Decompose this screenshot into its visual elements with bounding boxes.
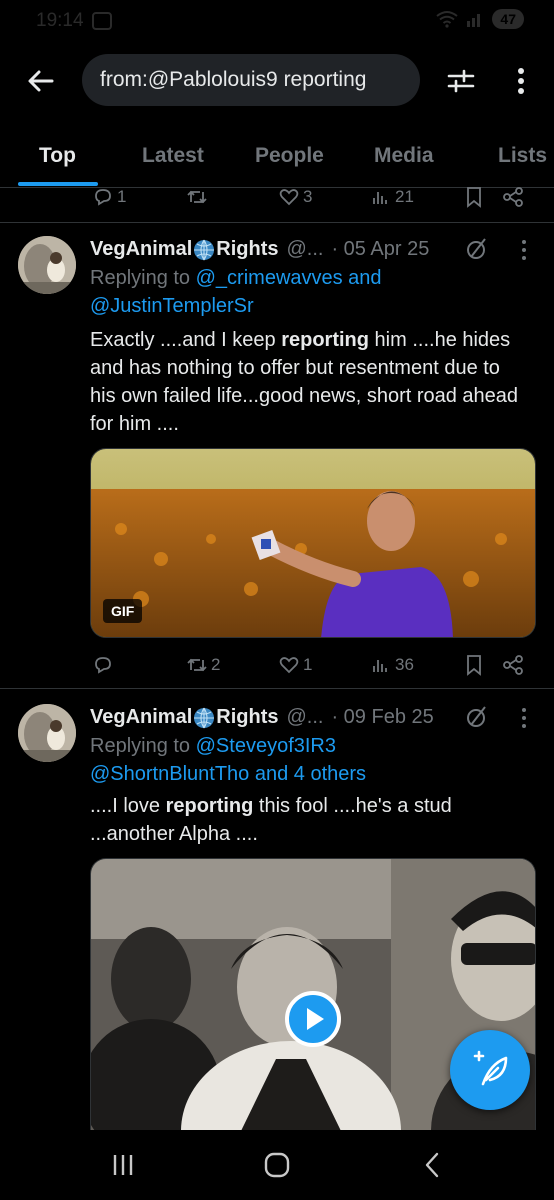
retweet-icon <box>187 658 207 672</box>
system-navigation-bar <box>0 1130 554 1200</box>
author-name[interactable]: VegAnimal <box>90 706 192 729</box>
status-bar: 19:14 47 <box>0 0 554 44</box>
active-tab-indicator <box>18 182 98 186</box>
divider <box>0 222 554 223</box>
views-icon <box>373 192 387 204</box>
avatar-image <box>18 236 76 294</box>
bookmark-icon[interactable] <box>464 186 484 208</box>
tweet-more-icon[interactable] <box>516 706 532 730</box>
search-header: from:@Pablolouis9 reporting <box>0 54 554 108</box>
share-icon[interactable] <box>502 186 524 208</box>
tweet-header: VegAnimal Rights @... · 05 Apr 25 <box>90 238 429 261</box>
author-handle[interactable]: @... <box>286 238 323 261</box>
home-icon[interactable] <box>262 1150 292 1180</box>
replying-to: Replying to @Steveyof3IR3 @ShortnBluntTh… <box>90 735 367 785</box>
tab-people[interactable]: People <box>255 144 324 168</box>
tweet-text: ....I love reporting this fool ....he's … <box>90 795 452 845</box>
compose-tweet-button[interactable] <box>450 1030 530 1110</box>
retweet-icon <box>187 190 207 204</box>
battery-indicator: 47 <box>492 9 524 29</box>
prev-tweet-actions: 1 3 21 <box>90 182 530 212</box>
tweet-text: Exactly ....and I keep reporting him ...… <box>90 329 519 435</box>
tweet-date[interactable]: · 09 Feb 25 <box>331 706 433 729</box>
views-button[interactable]: 36 <box>370 650 414 680</box>
views-button[interactable]: 21 <box>370 182 414 212</box>
status-icons: 47 <box>436 9 524 29</box>
more-options-icon[interactable] <box>506 64 536 98</box>
reply-mention-link[interactable]: @Steveyof3IR3 <box>196 735 336 757</box>
wifi-icon <box>436 11 459 28</box>
search-input[interactable]: from:@Pablolouis9 reporting <box>82 54 420 106</box>
author-name[interactable]: VegAnimal <box>90 238 192 261</box>
avatar-image <box>18 704 76 762</box>
divider <box>0 688 554 689</box>
like-button[interactable]: 3 <box>278 182 312 212</box>
tweet-date[interactable]: · 05 Apr 25 <box>331 238 429 261</box>
gif-thumbnail <box>91 449 535 637</box>
tweet-item[interactable]: VegAnimal Rights @... · 05 Apr 25 Replyi… <box>0 236 554 686</box>
author-name-suffix: Rights <box>216 238 279 260</box>
avatar[interactable] <box>18 236 76 294</box>
heart-icon <box>279 657 299 674</box>
play-icon <box>307 1008 324 1030</box>
replying-to: Replying to @_crimewavves and @JustinTem… <box>90 267 382 317</box>
reply-button[interactable] <box>92 650 117 680</box>
heart-icon <box>279 189 299 206</box>
reply-count: 1 <box>117 187 127 206</box>
back-icon[interactable] <box>418 1150 448 1180</box>
tab-lists[interactable]: Lists <box>498 144 547 168</box>
reply-mention-link[interactable]: @ShortnBluntTho and 4 others <box>90 763 366 785</box>
play-button[interactable] <box>285 991 341 1047</box>
tweet-actions: 2 1 36 <box>90 650 530 680</box>
retweet-button[interactable]: 2 <box>186 650 220 680</box>
reply-icon <box>95 657 111 674</box>
views-icon <box>373 660 387 672</box>
like-button[interactable]: 1 <box>278 650 312 680</box>
author-name-suffix: Rights <box>216 706 279 728</box>
tweet-media-gif[interactable]: GIF <box>90 448 536 638</box>
author-handle[interactable]: @... <box>286 706 323 729</box>
like-count: 1 <box>303 655 313 674</box>
views-count: 36 <box>395 655 414 674</box>
globe-emoji-icon <box>194 239 215 260</box>
tab-latest[interactable]: Latest <box>142 144 204 168</box>
gif-badge: GIF <box>103 599 143 623</box>
views-count: 21 <box>395 187 414 206</box>
share-icon[interactable] <box>502 654 524 676</box>
filter-icon[interactable] <box>444 64 478 98</box>
like-count: 3 <box>303 187 313 206</box>
tab-top[interactable]: Top <box>39 144 76 168</box>
search-tabs: Top Latest People Media Lists <box>0 128 554 188</box>
recent-apps-icon[interactable] <box>108 1150 138 1180</box>
avatar[interactable] <box>18 704 76 762</box>
grok-icon[interactable] <box>464 236 490 262</box>
search-query: from:@Pablolouis9 reporting <box>100 68 367 91</box>
retweet-count: 2 <box>211 655 221 674</box>
compose-feather-icon <box>473 1050 508 1086</box>
retweet-button[interactable] <box>186 182 211 212</box>
tweet-header: VegAnimal Rights @... · 09 Feb 25 <box>90 706 434 729</box>
tweet-more-icon[interactable] <box>516 238 532 262</box>
bookmark-icon[interactable] <box>464 654 484 676</box>
reply-button[interactable]: 1 <box>92 182 126 212</box>
globe-emoji-icon <box>194 707 215 728</box>
status-time: 19:14 <box>36 10 84 31</box>
grok-icon[interactable] <box>464 704 490 730</box>
signal-icon <box>467 14 481 27</box>
screen-record-icon <box>92 12 112 30</box>
reply-icon <box>95 189 111 206</box>
back-arrow-icon[interactable] <box>24 64 58 98</box>
tab-media[interactable]: Media <box>374 144 434 168</box>
